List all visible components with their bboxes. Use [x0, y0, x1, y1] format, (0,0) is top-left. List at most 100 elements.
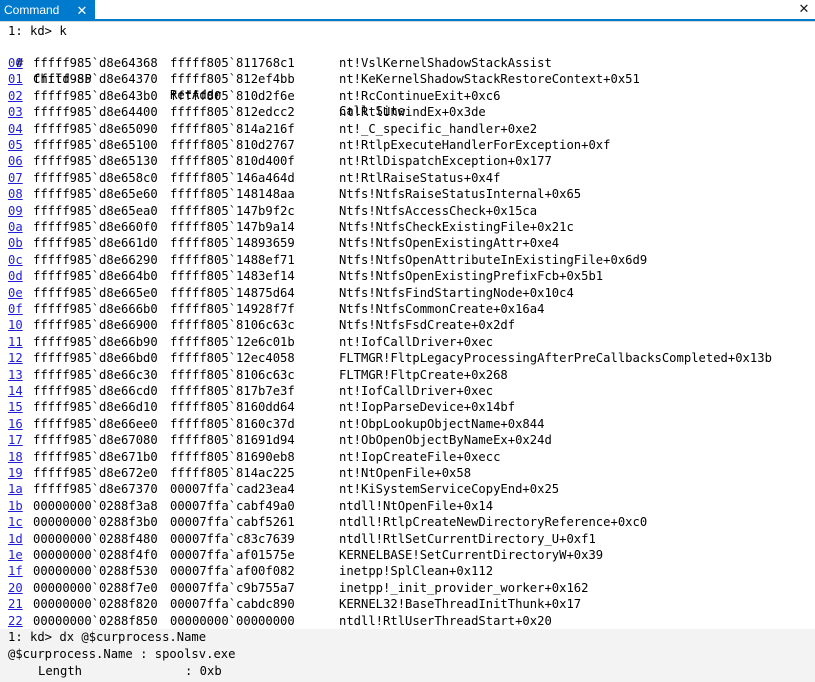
frame-number-link[interactable]: 1a: [8, 481, 23, 497]
child-sp-value: fffff985`d8e66c30: [33, 367, 158, 382]
stack-frame-row: 08 fffff985`d8e65e60 fffff805`148148aa Ntfs…: [0, 186, 815, 202]
frame-number-link[interactable]: 19: [8, 465, 23, 481]
command-output[interactable]: 1: kd> k # Child-SP RetAddr Call Site 00…: [0, 21, 815, 629]
call-site-value: nt!RtlDispatchException+0x177: [339, 154, 552, 169]
stack-frame-row: 15 fffff985`d8e66d10 fffff805`8160dd64 nt!I…: [0, 399, 815, 415]
frame-number-link[interactable]: 0c: [8, 252, 23, 268]
frame-number-link[interactable]: 15: [8, 399, 23, 415]
stack-frame-row: 07 fffff985`d8e658c0 fffff805`146a464d nt!R…: [0, 170, 815, 186]
frame-number-link[interactable]: 11: [8, 334, 23, 350]
frame-number-link[interactable]: 1d: [8, 531, 23, 547]
frame-number-link[interactable]: 22: [8, 613, 23, 629]
frame-number-link[interactable]: 1b: [8, 498, 23, 514]
ret-addr-value: 00007ffa`cad23ea4: [170, 482, 295, 497]
child-sp-value: fffff985`d8e65090: [33, 121, 158, 136]
ret-addr-value: fffff805`1483ef14: [170, 269, 295, 284]
frame-number-link[interactable]: 09: [8, 203, 23, 219]
child-sp-value: fffff985`d8e65e60: [33, 187, 158, 202]
ret-addr-value: fffff805`814a216f: [170, 121, 295, 136]
call-site-value: Ntfs!NtfsCommonCreate+0x16a4: [339, 302, 545, 316]
frame-number-link[interactable]: 0b: [8, 235, 23, 251]
stack-frame-row: 0b fffff985`d8e661d0 fffff805`14893659 Ntfs…: [0, 235, 815, 251]
ret-addr-value: 00007ffa`c83c7639: [170, 531, 295, 546]
stack-frame-row: 05 fffff985`d8e65100 fffff805`810d2767 nt!R…: [0, 137, 815, 153]
frame-number-link[interactable]: 04: [8, 121, 23, 137]
frame-number-link[interactable]: 01: [8, 71, 23, 87]
call-site-value: Ntfs!NtfsOpenAttributeInExistingFile+0x6…: [339, 252, 648, 267]
frame-number-link[interactable]: 08: [8, 186, 23, 202]
window-close-icon[interactable]: ✕: [797, 0, 811, 20]
call-site-value: nt!NtOpenFile+0x58: [339, 466, 472, 480]
call-site-value: KERNEL32!BaseThreadInitThunk+0x17: [339, 597, 582, 612]
ret-addr-value: 00000000`00000000: [170, 613, 295, 628]
stack-frame-row: 03 fffff985`d8e64400 fffff805`812edcc2 nt!R…: [0, 104, 815, 120]
call-site-value: nt!KiSystemServiceCopyEnd+0x25: [339, 482, 560, 497]
ret-addr-value: 00007ffa`c9b755a7: [170, 580, 295, 595]
dx-length-label: Length: [38, 664, 83, 678]
ret-addr-value: fffff805`8106c63c: [170, 318, 295, 333]
frame-number-link[interactable]: 0d: [8, 268, 23, 284]
ret-addr-value: fffff805`810d2767: [170, 138, 295, 152]
frame-number-link[interactable]: 05: [8, 137, 23, 153]
stack-frame-row: 02 fffff985`d8e643b0 fffff805`810d2f6e nt!R…: [0, 88, 815, 104]
frame-number-link[interactable]: 02: [8, 88, 23, 104]
child-sp-value: 00000000`0288f530: [33, 564, 158, 579]
stack-frame-row: 01 fffff985`d8e64370 fffff805`812ef4bb nt!K…: [0, 71, 815, 87]
command-input-area[interactable]: 1: kd> dx @$curprocess.Name @$curprocess…: [0, 629, 815, 682]
child-sp-value: fffff985`d8e66bd0: [33, 351, 158, 366]
call-site-value: nt!VslKernelShadowStackAssist: [339, 56, 552, 70]
frame-number-link[interactable]: 1f: [8, 563, 23, 579]
frame-number-link[interactable]: 0a: [8, 219, 23, 235]
call-site-value: nt!KeKernelShadowStackRestoreContext+0x5…: [339, 72, 640, 87]
child-sp-value: fffff985`d8e64400: [33, 105, 158, 120]
call-site-value: ntdll!NtOpenFile+0x14: [339, 498, 494, 513]
frame-number-link[interactable]: 18: [8, 449, 23, 465]
call-site-value: nt!ObpLookupObjectName+0x844: [339, 416, 545, 431]
frame-number-link[interactable]: 10: [8, 317, 23, 333]
call-site-value: nt!IofCallDriver+0xec: [339, 334, 494, 349]
child-sp-value: fffff985`d8e665e0: [33, 285, 158, 300]
child-sp-value: fffff985`d8e66d10: [33, 400, 158, 415]
stack-frame-row: 1c 00000000`0288f3b0 00007ffa`cabf5261 ntdl…: [0, 514, 815, 530]
stack-frame-row: 20 00000000`0288f7e0 00007ffa`c9b755a7 inet…: [0, 580, 815, 596]
child-sp-value: 00000000`0288f850: [33, 613, 158, 628]
ret-addr-value: fffff805`81691d94: [170, 433, 295, 448]
call-site-value: nt!RtlUnwindEx+0x3de: [339, 105, 486, 120]
frame-number-link[interactable]: 21: [8, 596, 23, 612]
ret-addr-value: 00007ffa`af00f082: [170, 564, 295, 579]
frame-number-link[interactable]: 1c: [8, 514, 23, 530]
command-line: 1: kd> k: [8, 24, 67, 38]
stack-frame-row: 0e fffff985`d8e665e0 fffff805`14875d64 Ntfs…: [0, 285, 815, 301]
stack-frame-row: 1f 00000000`0288f530 00007ffa`af00f082 inet…: [0, 563, 815, 579]
tab-close-icon[interactable]: ✕: [74, 0, 90, 21]
frame-number-link[interactable]: 17: [8, 432, 23, 448]
call-site-value: ntdll!RtlpCreateNewDirectoryReference+0x…: [339, 515, 648, 530]
call-site-value: Ntfs!NtfsFsdCreate+0x2df: [339, 318, 516, 333]
child-sp-value: fffff985`d8e661d0: [33, 236, 158, 251]
frame-number-link[interactable]: 0f: [8, 301, 23, 317]
frame-number-link[interactable]: 06: [8, 153, 23, 169]
ret-addr-value: fffff805`146a464d: [170, 170, 295, 185]
frame-number-link[interactable]: 13: [8, 367, 23, 383]
call-site-value: FLTMGR!FltpLegacyProcessingAfterPreCallb…: [339, 351, 772, 366]
call-site-value: nt!IopCreateFile+0xecc: [339, 449, 501, 464]
call-site-value: nt!RtlRaiseStatus+0x4f: [339, 170, 501, 185]
frame-number-link[interactable]: 07: [8, 170, 23, 186]
call-site-value: ntdll!RtlUserThreadStart+0x20: [339, 613, 552, 628]
frame-number-link[interactable]: 03: [8, 104, 23, 120]
frame-number-link[interactable]: 1e: [8, 547, 23, 563]
frame-number-link[interactable]: 16: [8, 416, 23, 432]
call-site-value: nt!RtlpExecuteHandlerForException+0xf: [339, 138, 611, 152]
frame-number-link[interactable]: 20: [8, 580, 23, 596]
frame-number-link[interactable]: 0e: [8, 285, 23, 301]
frame-number-link[interactable]: 14: [8, 383, 23, 399]
child-sp-value: fffff985`d8e64370: [33, 72, 158, 87]
ret-addr-value: fffff805`12e6c01b: [170, 334, 295, 349]
stack-frame-row: 1e 00000000`0288f4f0 00007ffa`af01575e KERN…: [0, 547, 815, 563]
call-site-value: nt!IofCallDriver+0xec: [339, 384, 494, 398]
tab-command[interactable]: Command ✕: [0, 0, 95, 21]
stack-frame-row: 0c fffff985`d8e66290 fffff805`1488ef71 Ntfs…: [0, 252, 815, 268]
stack-frame-row: 0a fffff985`d8e660f0 fffff805`147b9a14 Ntfs…: [0, 219, 815, 235]
frame-number-link[interactable]: 00: [8, 55, 23, 71]
frame-number-link[interactable]: 12: [8, 350, 23, 366]
